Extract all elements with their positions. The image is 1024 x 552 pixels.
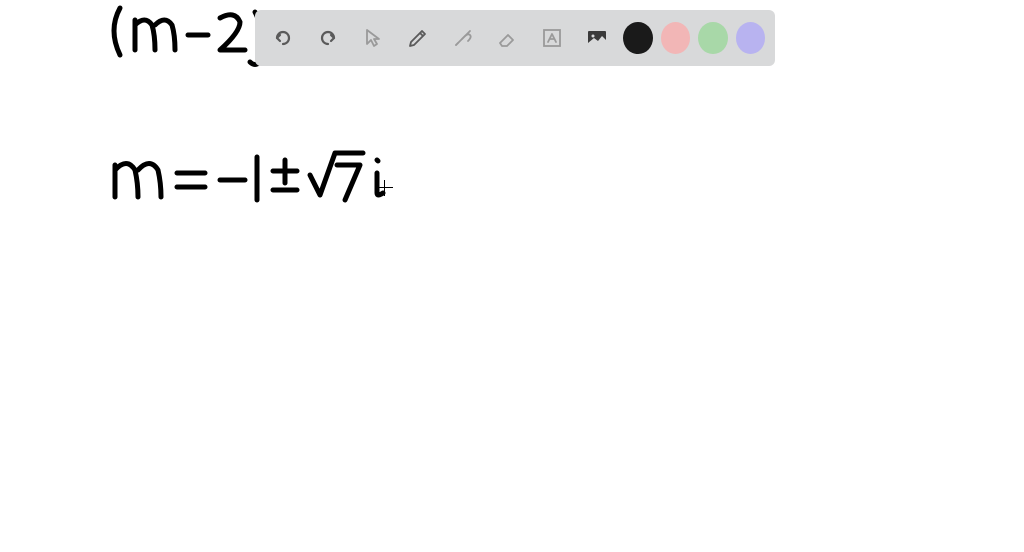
pointer-icon: [361, 26, 385, 50]
undo-button[interactable]: [265, 18, 302, 58]
pointer-button[interactable]: [355, 18, 392, 58]
color-purple[interactable]: [736, 22, 765, 54]
text-icon: [540, 26, 564, 50]
pencil-icon: [406, 26, 430, 50]
eraser-button[interactable]: [489, 18, 526, 58]
redo-icon: [316, 26, 340, 50]
undo-icon: [271, 26, 295, 50]
tools-icon: [451, 26, 475, 50]
color-black[interactable]: [623, 22, 652, 54]
image-button[interactable]: [578, 18, 615, 58]
tools-button[interactable]: [444, 18, 481, 58]
text-button[interactable]: [534, 18, 571, 58]
color-green[interactable]: [698, 22, 727, 54]
color-pink[interactable]: [661, 22, 690, 54]
eraser-icon: [495, 26, 519, 50]
drawing-canvas[interactable]: [0, 0, 1024, 552]
image-icon: [585, 26, 609, 50]
redo-button[interactable]: [310, 18, 347, 58]
drawing-toolbar: [255, 10, 775, 66]
handwriting-line-2: [105, 145, 425, 225]
crosshair-cursor: [377, 180, 393, 196]
pencil-button[interactable]: [399, 18, 436, 58]
